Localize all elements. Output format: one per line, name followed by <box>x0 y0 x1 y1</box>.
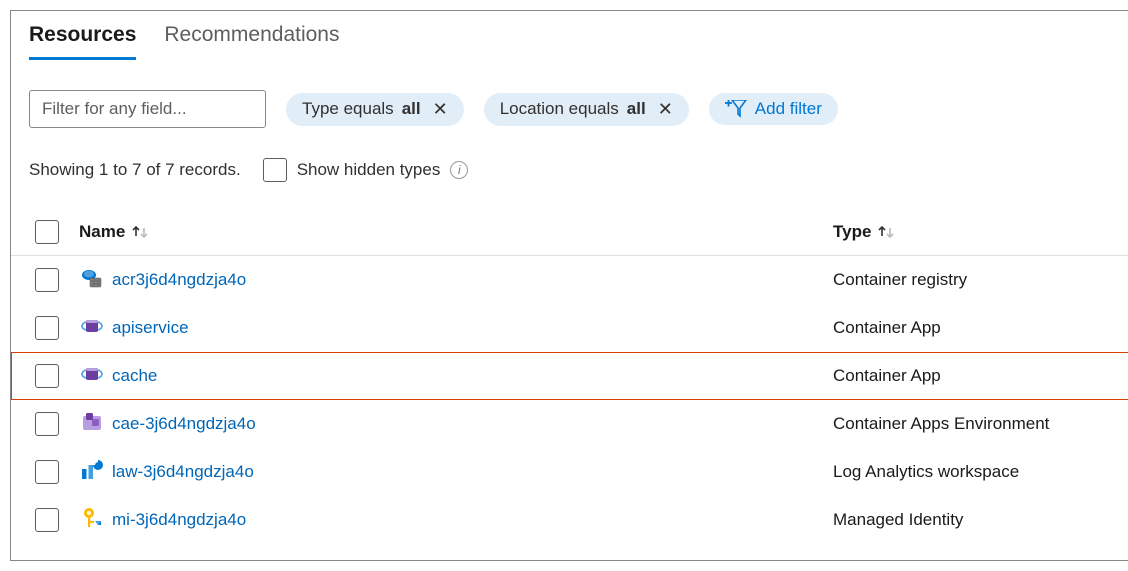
resource-link[interactable]: mi-3j6d4ngdzja4o <box>112 510 246 530</box>
row-checkbox[interactable] <box>35 508 59 532</box>
mi-icon <box>81 507 103 533</box>
filter-pill-location-prefix: Location equals <box>500 99 619 119</box>
resource-type: Log Analytics workspace <box>833 462 1113 482</box>
sort-icon <box>131 224 149 240</box>
table-row: acr3j6d4ngdzja4o Container registry <box>11 256 1128 304</box>
column-type-label: Type <box>833 222 871 242</box>
table-row: apiservice Container App <box>11 304 1128 352</box>
close-icon[interactable]: ✕ <box>429 99 448 120</box>
filter-pill-location-value: all <box>627 99 646 119</box>
row-checkbox[interactable] <box>35 316 59 340</box>
row-checkbox[interactable] <box>35 364 59 388</box>
resource-link[interactable]: law-3j6d4ngdzja4o <box>112 462 254 482</box>
sort-icon <box>877 224 895 240</box>
law-icon <box>81 459 103 485</box>
resource-type: Container Apps Environment <box>833 414 1113 434</box>
tabs: Resources Recommendations <box>11 23 1128 60</box>
show-hidden-types[interactable]: Show hidden types i <box>263 158 469 182</box>
table-row: mi-3j6d4ngdzja4o Managed Identity <box>11 496 1128 544</box>
capp-icon <box>81 315 103 341</box>
filter-plus-icon <box>725 100 747 118</box>
filter-pill-location[interactable]: Location equals all ✕ <box>484 93 689 126</box>
filter-bar: Type equals all ✕ Location equals all ✕ … <box>11 90 1128 128</box>
table-header: Name Type <box>11 208 1128 256</box>
resources-table: Name Type acr3j6d4ngdzja4o Container regi… <box>11 208 1128 544</box>
cae-icon <box>81 411 103 437</box>
resource-link[interactable]: cae-3j6d4ngdzja4o <box>112 414 256 434</box>
add-filter-button[interactable]: Add filter <box>709 93 838 125</box>
acr-icon <box>81 267 103 293</box>
status-row: Showing 1 to 7 of 7 records. Show hidden… <box>11 158 1128 182</box>
table-row: law-3j6d4ngdzja4o Log Analytics workspace <box>11 448 1128 496</box>
info-icon[interactable]: i <box>450 161 468 179</box>
column-name-label: Name <box>79 222 125 242</box>
filter-pill-type-value: all <box>402 99 421 119</box>
resource-type: Container App <box>833 366 1113 386</box>
show-hidden-label: Show hidden types <box>297 160 441 180</box>
row-checkbox[interactable] <box>35 268 59 292</box>
add-filter-label: Add filter <box>755 99 822 119</box>
table-row: cae-3j6d4ngdzja4o Container Apps Environm… <box>11 400 1128 448</box>
capp-icon <box>81 363 103 389</box>
resource-type: Container registry <box>833 270 1113 290</box>
tab-resources[interactable]: Resources <box>29 23 136 60</box>
resource-link[interactable]: acr3j6d4ngdzja4o <box>112 270 246 290</box>
resources-panel: Resources Recommendations Type equals al… <box>10 10 1128 561</box>
column-type[interactable]: Type <box>833 222 1113 242</box>
select-all-checkbox[interactable] <box>35 220 59 244</box>
tab-recommendations[interactable]: Recommendations <box>164 23 339 60</box>
resource-type: Container App <box>833 318 1113 338</box>
records-count: Showing 1 to 7 of 7 records. <box>29 160 241 180</box>
filter-pill-type[interactable]: Type equals all ✕ <box>286 93 464 126</box>
table-row: cache Container App <box>11 352 1128 400</box>
show-hidden-checkbox[interactable] <box>263 158 287 182</box>
resource-link[interactable]: cache <box>112 366 157 386</box>
resource-link[interactable]: apiservice <box>112 318 189 338</box>
row-checkbox[interactable] <box>35 460 59 484</box>
column-name[interactable]: Name <box>79 222 833 242</box>
close-icon[interactable]: ✕ <box>654 99 673 120</box>
resource-type: Managed Identity <box>833 510 1113 530</box>
row-checkbox[interactable] <box>35 412 59 436</box>
filter-pill-type-prefix: Type equals <box>302 99 394 119</box>
filter-input[interactable] <box>29 90 266 128</box>
